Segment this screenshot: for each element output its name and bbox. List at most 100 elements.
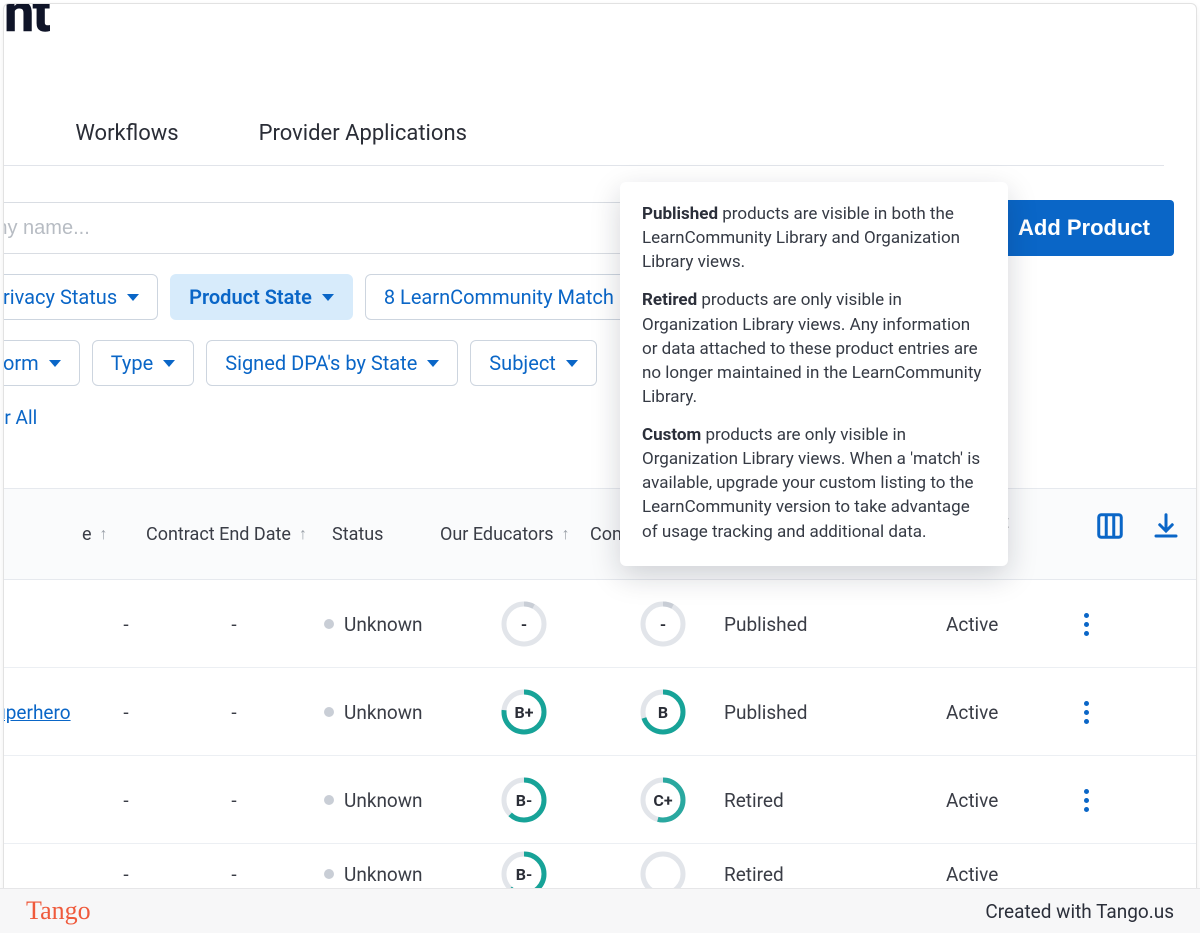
filter-label: 8 LearnCommunity Match <box>384 285 614 309</box>
chevron-down-icon <box>322 294 334 301</box>
main-tabs: s Workflows Provider Applications <box>3 122 1164 166</box>
filter-type[interactable]: Type <box>92 340 195 386</box>
filter-label: rivacy Status <box>3 285 117 309</box>
table-body: - - Unknown - - Published Active Superhe… <box>4 580 1197 904</box>
table-row: - - Unknown - - Published Active <box>4 580 1197 668</box>
filter-form[interactable]: orm <box>3 340 80 386</box>
tab-provider-applications[interactable]: Provider Applications <box>259 121 467 146</box>
row-actions[interactable] <box>1066 580 1106 668</box>
add-product-button[interactable]: Add Product <box>994 200 1174 256</box>
cell-status: Unknown <box>324 668 474 756</box>
status-dot-icon <box>324 869 334 879</box>
grade-text: - <box>641 602 685 646</box>
cell-grade-educators: B+ <box>479 668 569 756</box>
cell-product-org: Active <box>946 668 1036 756</box>
grade-text: - <box>502 602 546 646</box>
col-contract-end[interactable]: Contract End Date ↑ <box>146 489 307 579</box>
cell-date: - <box>204 756 264 844</box>
col-name-truncated[interactable]: e↑ <box>82 489 108 579</box>
row-actions[interactable] <box>1066 668 1106 756</box>
tab-workflows[interactable]: Workflows <box>75 121 178 146</box>
cell-grade-community: C+ <box>618 756 708 844</box>
status-dot-icon <box>324 619 334 629</box>
chevron-down-icon <box>566 360 578 367</box>
cell-grade-educators: B- <box>479 756 569 844</box>
tooltip-term: Custom <box>642 425 701 445</box>
header-text: e <box>82 524 92 545</box>
cell-product-state: Published <box>724 580 904 668</box>
footer-credit: Created with Tango.us <box>985 900 1174 923</box>
filter-signed-dpas[interactable]: Signed DPA's by State <box>206 340 458 386</box>
table-row: - - Unknown B- C+ Retired Active <box>4 756 1197 844</box>
cell-grade-community: B <box>618 668 708 756</box>
product-link[interactable]: Superhero <box>3 701 71 724</box>
grade-gauge: B <box>641 690 685 734</box>
columns-toggle-icon[interactable] <box>1095 511 1125 541</box>
sort-asc-icon: ↑ <box>562 524 570 544</box>
download-icon[interactable] <box>1151 511 1181 541</box>
cell-grade-educators: - <box>479 580 569 668</box>
tango-logo: Tango <box>26 896 91 926</box>
table-header: e↑ Contract End Date↑ Status Our Educato… <box>4 488 1197 580</box>
cell-date: - <box>96 668 156 756</box>
header-text: Status <box>332 524 383 545</box>
chevron-down-icon <box>127 294 139 301</box>
header-text: Contract End Date <box>146 524 291 545</box>
grade-gauge: - <box>641 602 685 646</box>
table-row: Superhero - - Unknown B+ B Published Act… <box>4 668 1197 756</box>
status-dot-icon <box>324 795 334 805</box>
cell-date: - <box>204 668 264 756</box>
kebab-menu-icon[interactable] <box>1074 700 1098 724</box>
status-text: Unknown <box>344 701 423 724</box>
cell-status: Unknown <box>324 756 474 844</box>
grade-text: B- <box>502 778 546 822</box>
sort-asc-icon: ↑ <box>100 524 108 544</box>
row-actions[interactable] <box>1066 756 1106 844</box>
filter-product-state[interactable]: Product State <box>170 274 353 320</box>
header-text: Our Educators <box>440 524 554 545</box>
grade-gauge: C+ <box>641 778 685 822</box>
status-dot-icon <box>324 707 334 717</box>
filter-label: Signed DPA's by State <box>225 351 417 375</box>
sort-asc-icon: ↑ <box>299 524 307 544</box>
tooltip-term: Retired <box>642 290 697 310</box>
footer-bar: Tango Created with Tango.us <box>0 888 1200 933</box>
cell-name: Superhero <box>3 668 104 756</box>
tooltip-term: Published <box>642 204 718 224</box>
filter-subject[interactable]: Subject <box>470 340 597 386</box>
kebab-menu-icon[interactable] <box>1074 612 1098 636</box>
status-text: Unknown <box>344 613 423 636</box>
cell-product-state: Published <box>724 668 904 756</box>
app-frame: nt s Workflows Provider Applications Add… <box>3 3 1197 930</box>
brand-fragment: nt <box>4 3 49 45</box>
cell-product-org: Active <box>946 756 1036 844</box>
table-actions <box>1095 511 1181 541</box>
cell-date: - <box>96 756 156 844</box>
chevron-down-icon <box>49 360 61 367</box>
grade-text: C+ <box>641 778 685 822</box>
chevron-down-icon <box>163 360 175 367</box>
col-status[interactable]: Status <box>332 489 383 579</box>
cell-product-org: Active <box>946 580 1036 668</box>
grade-text: B+ <box>502 690 546 734</box>
filter-label: Product State <box>189 285 312 309</box>
grade-gauge: B- <box>502 778 546 822</box>
cell-date: - <box>96 580 156 668</box>
grade-gauge: - <box>502 602 546 646</box>
grade-gauge: B+ <box>502 690 546 734</box>
cell-date: - <box>204 580 264 668</box>
filter-label: Type <box>111 351 154 375</box>
chevron-down-icon <box>427 360 439 367</box>
filter-learncommunity-match[interactable]: 8 LearnCommunity Match <box>365 274 655 320</box>
cell-grade-community: - <box>618 580 708 668</box>
filter-privacy-status[interactable]: rivacy Status <box>3 274 158 320</box>
status-text: Unknown <box>344 789 423 812</box>
filter-label: Subject <box>489 351 556 375</box>
filter-label: orm <box>3 351 39 375</box>
product-state-tooltip: Published products are visible in both t… <box>620 182 1008 566</box>
cell-product-state: Retired <box>724 756 904 844</box>
grade-text: B <box>641 690 685 734</box>
status-text: Unknown <box>344 863 423 886</box>
col-our-educators[interactable]: Our Educators ↑ <box>440 489 570 579</box>
kebab-menu-icon[interactable] <box>1074 788 1098 812</box>
